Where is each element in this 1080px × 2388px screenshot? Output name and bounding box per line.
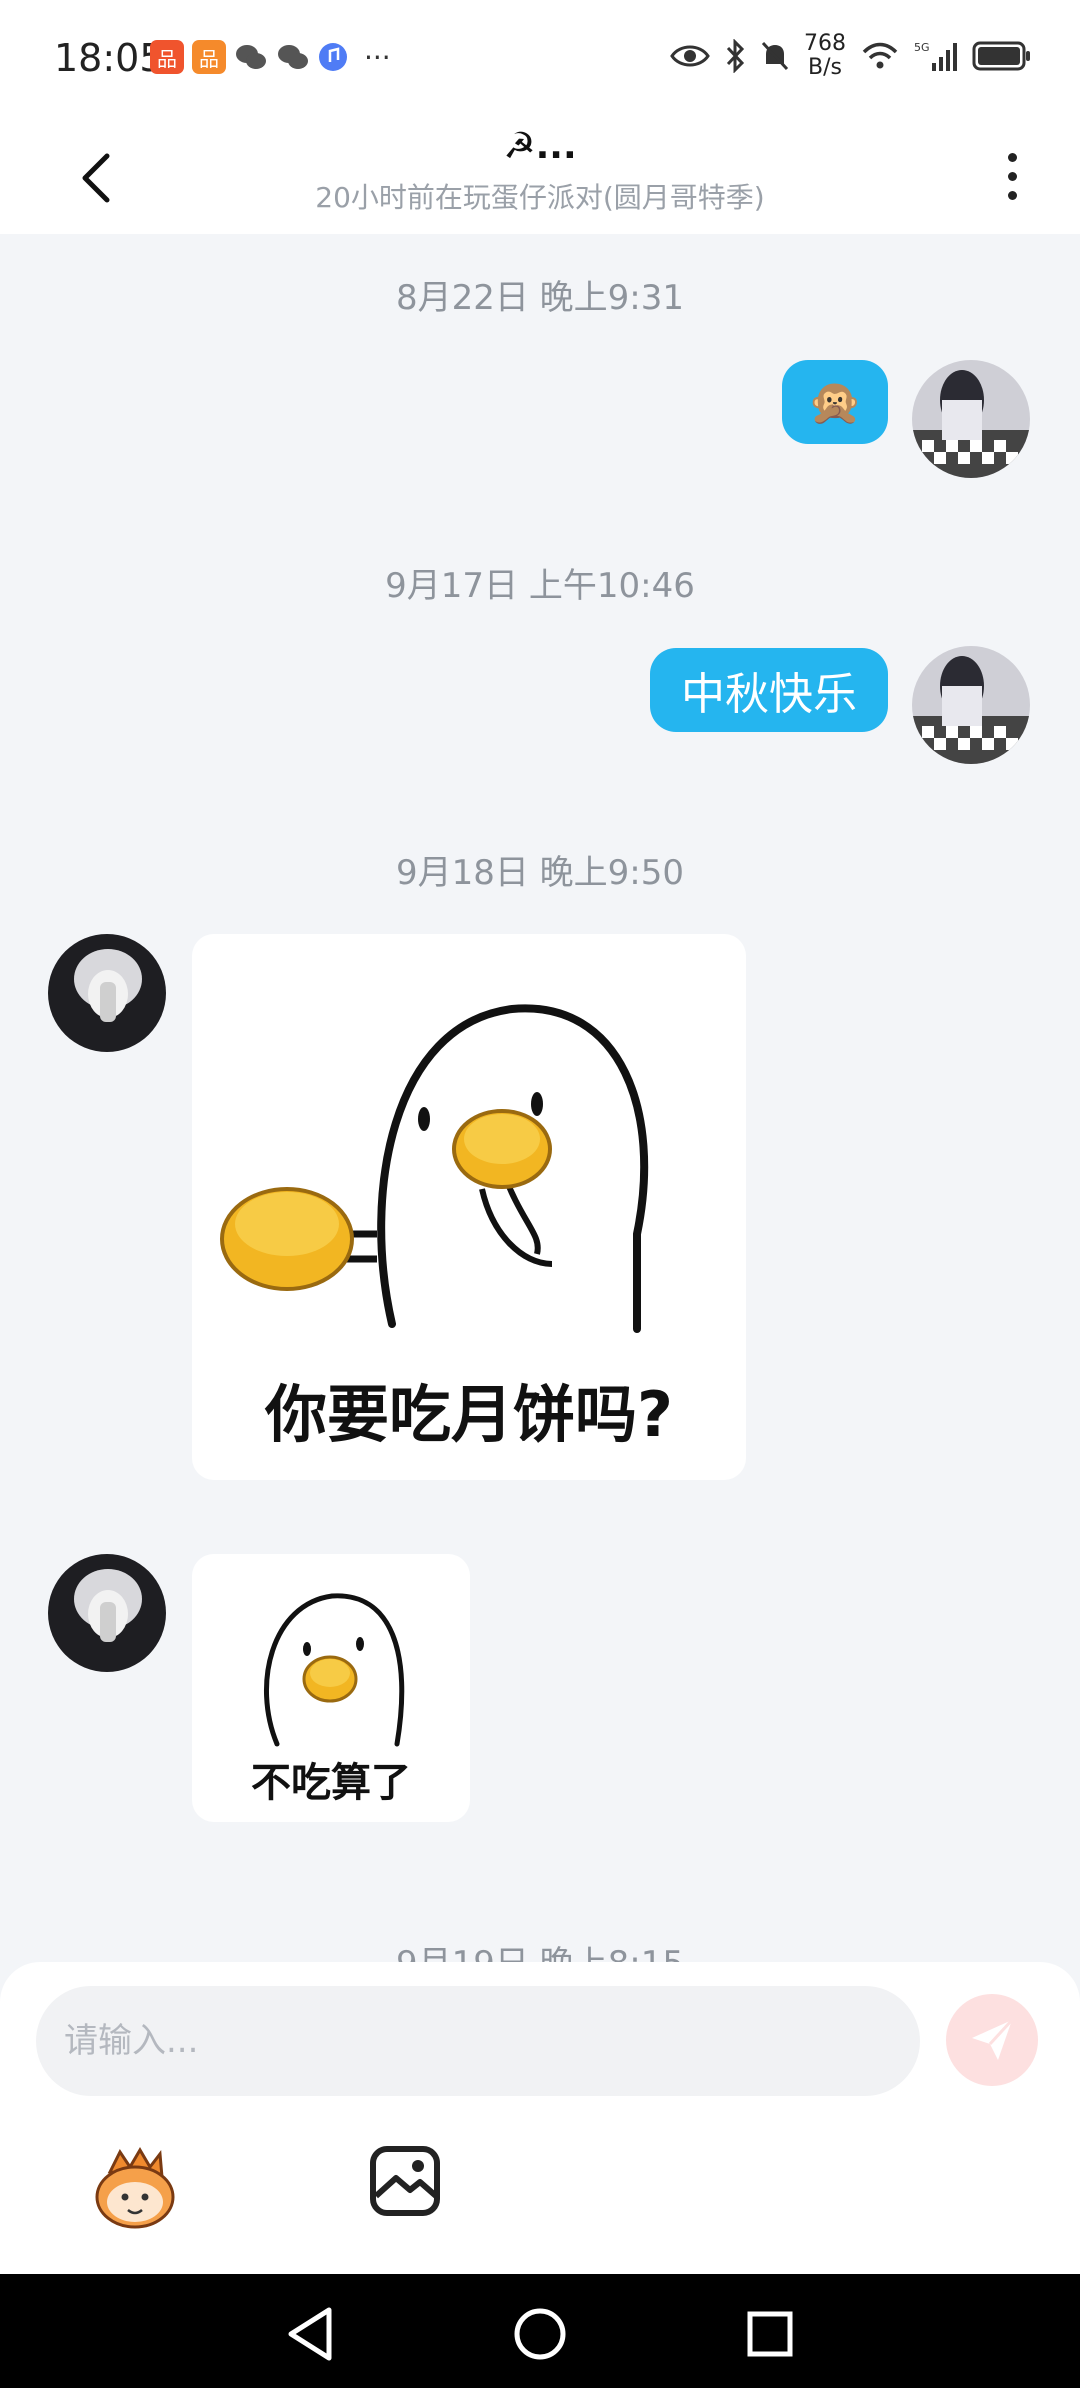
more-options-button[interactable] (992, 136, 1032, 216)
my-avatar[interactable] (912, 360, 1030, 478)
chat-subtitle: 20小时前在玩蛋仔派对(圆月哥特季) (315, 181, 765, 214)
nav-home-button[interactable] (510, 2304, 570, 2364)
nav-recents-button[interactable] (740, 2304, 800, 2364)
battery-icon (972, 41, 1030, 71)
contact-avatar[interactable] (48, 1554, 166, 1672)
avatar-image (48, 934, 166, 1052)
bluetooth-icon (726, 39, 745, 73)
mooncake-sticker-image (264, 1593, 405, 1747)
sticker-caption: 你要吃月饼吗? (265, 1378, 673, 1451)
message-timestamp: 9月17日 上午10:46 (385, 566, 695, 606)
emoji-button[interactable] (90, 2142, 180, 2232)
system-navigation-bar (0, 2274, 1080, 2388)
input-area (0, 1962, 1080, 2274)
circle-home-icon (514, 2308, 566, 2360)
sticker-caption: 不吃算了 (251, 1760, 411, 1806)
eye-icon (670, 45, 710, 67)
message-timestamp: 9月18日 晚上9:50 (395, 853, 685, 893)
notification-icons: 品 品 ··· (150, 40, 391, 74)
paper-plane-icon (972, 2018, 1014, 2060)
chat-header: ☭... 20小时前在玩蛋仔派对(圆月哥特季) (0, 118, 1080, 234)
wechat-icon (236, 45, 266, 69)
network-speed: 768 B/s (804, 31, 846, 80)
eggy-emoji-icon (95, 2147, 175, 2229)
status-bar: 18:05 品 品 ··· 768 B/s 5G (0, 0, 1080, 118)
nav-back-button[interactable] (280, 2304, 340, 2364)
wifi-icon (862, 42, 898, 69)
mooncake-sticker-image (220, 1004, 649, 1333)
avatar-image (48, 1554, 166, 1672)
send-button[interactable] (946, 1994, 1038, 2086)
square-recents-icon (747, 2311, 793, 2357)
my-avatar[interactable] (912, 646, 1030, 764)
wechat-icon (278, 45, 308, 69)
triangle-back-icon (288, 2307, 332, 2361)
contact-avatar[interactable] (48, 934, 166, 1052)
more-notifications: ··· (364, 40, 391, 74)
sticker-message[interactable]: 不吃算了 (192, 1554, 470, 1822)
system-icons: 768 B/s 5G (670, 32, 1032, 80)
avatar-image (912, 646, 1030, 764)
mute-bell-icon (761, 41, 789, 71)
status-time: 18:05 (54, 36, 164, 80)
message-input[interactable] (36, 1986, 920, 2096)
message-bubble-sent[interactable]: 中秋快乐 (650, 648, 888, 732)
music-icon (319, 43, 347, 71)
chat-title[interactable]: ☭... (0, 126, 1080, 167)
avatar-image (912, 360, 1030, 478)
app-notification-icon: 品 (150, 40, 184, 74)
signal-icon: 5G (914, 41, 957, 71)
image-button[interactable] (368, 2144, 442, 2218)
message-bubble-sent[interactable]: 🙊 (782, 360, 888, 444)
svg-text:5G: 5G (914, 41, 930, 54)
app-notification-icon: 品 (192, 40, 226, 74)
image-icon (370, 2146, 440, 2216)
sticker-message[interactable]: 你要吃月饼吗? (192, 934, 746, 1480)
message-timestamp: 8月22日 晚上9:31 (395, 278, 685, 318)
